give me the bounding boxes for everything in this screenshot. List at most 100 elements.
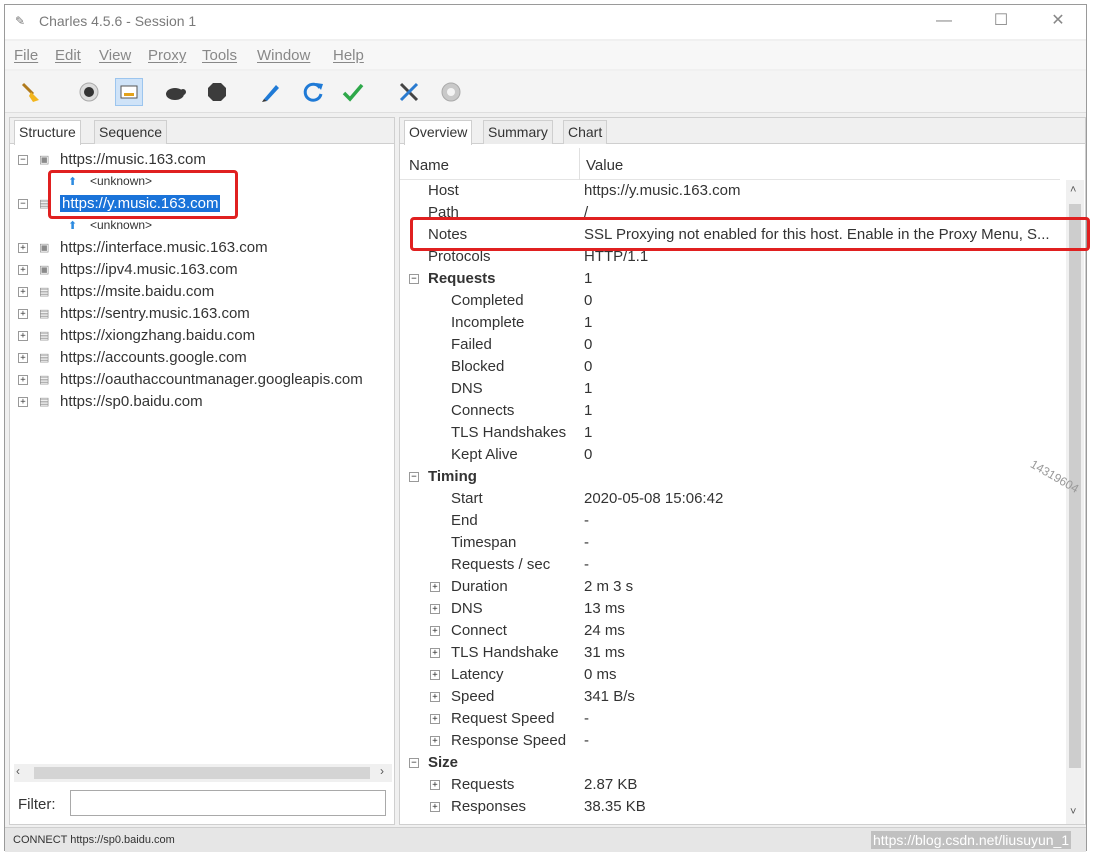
menu-window[interactable]: Window [257, 47, 310, 64]
host-label[interactable]: https://accounts.google.com [60, 349, 247, 366]
validate-button[interactable] [339, 78, 367, 106]
column-header-value[interactable]: Value [586, 157, 623, 174]
column-divider[interactable] [579, 148, 580, 180]
expand-icon[interactable]: + [430, 648, 440, 658]
maximize-button[interactable]: ☐ [981, 10, 1021, 34]
expand-icon[interactable]: + [430, 626, 440, 636]
expand-icon[interactable]: + [18, 287, 28, 297]
overview-row[interactable]: Timespan - [400, 532, 1065, 554]
expand-icon[interactable]: + [18, 309, 28, 319]
horizontal-scrollbar[interactable]: ‹ › [14, 764, 392, 782]
minimize-button[interactable]: — [924, 10, 964, 34]
collapse-icon[interactable]: − [409, 758, 419, 768]
filter-input[interactable] [70, 790, 386, 816]
expand-icon[interactable]: + [18, 397, 28, 407]
menu-edit[interactable]: Edit [55, 47, 81, 64]
menu-proxy[interactable]: Proxy [148, 47, 186, 64]
overview-row[interactable]: + Requests 2.87 KB [400, 774, 1065, 796]
overview-row[interactable]: Start 2020-05-08 15:06:42 [400, 488, 1065, 510]
tree-row[interactable]: − ▣ https://music.163.com [10, 150, 394, 172]
record-button[interactable] [75, 78, 103, 106]
tree-row[interactable]: + ▤ https://sp0.baidu.com [10, 392, 394, 414]
child-label[interactable]: <unknown> [90, 218, 152, 232]
repeat-button[interactable] [299, 78, 327, 106]
host-label[interactable]: https://xiongzhang.baidu.com [60, 327, 255, 344]
overview-row[interactable]: + Duration 2 m 3 s [400, 576, 1065, 598]
expand-icon[interactable]: + [18, 353, 28, 363]
overview-row[interactable]: Failed 0 [400, 334, 1065, 356]
clear-session-button[interactable] [17, 78, 45, 106]
collapse-icon[interactable]: − [409, 472, 419, 482]
tree-row[interactable]: + ▣ https://interface.music.163.com [10, 238, 394, 260]
tree-row[interactable]: + ▤ https://accounts.google.com [10, 348, 394, 370]
expand-icon[interactable]: + [430, 604, 440, 614]
overview-row[interactable]: Requests / sec - [400, 554, 1065, 576]
overview-row[interactable]: + Latency 0 ms [400, 664, 1065, 686]
expand-icon[interactable]: + [18, 375, 28, 385]
scroll-right-icon[interactable]: › [380, 764, 384, 778]
overview-row[interactable]: + DNS 13 ms [400, 598, 1065, 620]
menu-view[interactable]: View [99, 47, 131, 64]
turtle-button[interactable] [161, 78, 189, 106]
overview-row[interactable]: Kept Alive 0 [400, 444, 1065, 466]
overview-row[interactable]: + Connect 24 ms [400, 620, 1065, 642]
overview-row[interactable]: DNS 1 [400, 378, 1065, 400]
breakpoint-button[interactable] [203, 78, 231, 106]
overview-row[interactable]: + Responses 38.35 KB [400, 796, 1065, 818]
tree-row[interactable]: + ▤ https://oauthaccountmanager.googleap… [10, 370, 394, 392]
tree-row[interactable]: + ▣ https://ipv4.music.163.com [10, 260, 394, 282]
expand-icon[interactable]: + [430, 692, 440, 702]
overview-row[interactable]: TLS Handshakes 1 [400, 422, 1065, 444]
overview-row[interactable]: Host https://y.music.163.com [400, 180, 1065, 202]
overview-row[interactable]: + Request Speed - [400, 708, 1065, 730]
tree-child-row[interactable]: ⬆ <unknown> [10, 218, 394, 233]
compose-button[interactable] [257, 78, 285, 106]
host-label[interactable]: https://interface.music.163.com [60, 239, 268, 256]
overview-row[interactable]: + Speed 341 B/s [400, 686, 1065, 708]
collapse-icon[interactable]: − [409, 274, 419, 284]
overview-row[interactable]: End - [400, 510, 1065, 532]
tree-row[interactable]: + ▤ https://sentry.music.163.com [10, 304, 394, 326]
scroll-left-icon[interactable]: ‹ [16, 764, 20, 778]
section-row[interactable]: − Timing [400, 466, 1065, 488]
expand-icon[interactable]: + [430, 670, 440, 680]
overview-row[interactable]: + Response Speed - [400, 730, 1065, 752]
close-button[interactable]: ✕ [1038, 10, 1078, 34]
overview-row[interactable]: + TLS Handshake 31 ms [400, 642, 1065, 664]
tools-button[interactable] [395, 78, 423, 106]
throttle-button[interactable] [115, 78, 143, 106]
tab-chart[interactable]: Chart [563, 120, 608, 144]
menu-tools[interactable]: Tools [202, 47, 237, 64]
collapse-icon[interactable]: − [18, 199, 28, 209]
host-label[interactable]: https://sp0.baidu.com [60, 393, 203, 410]
overview-row[interactable]: Connects 1 [400, 400, 1065, 422]
vertical-scrollbar[interactable]: ˄ ˅ [1066, 180, 1084, 824]
overview-row[interactable]: Blocked 0 [400, 356, 1065, 378]
menu-file[interactable]: File [14, 47, 38, 64]
column-header-name[interactable]: Name [409, 157, 449, 174]
section-row[interactable]: − Size [400, 752, 1065, 774]
section-row[interactable]: − Requests 1 [400, 268, 1065, 290]
expand-icon[interactable]: + [430, 802, 440, 812]
scroll-up-icon[interactable]: ˄ [1070, 184, 1076, 196]
tab-structure[interactable]: Structure [14, 120, 81, 145]
expand-icon[interactable]: + [18, 243, 28, 253]
tree-row[interactable]: + ▤ https://xiongzhang.baidu.com [10, 326, 394, 348]
expand-icon[interactable]: + [430, 714, 440, 724]
tree-row[interactable]: + ▤ https://msite.baidu.com [10, 282, 394, 304]
settings-button[interactable] [437, 78, 465, 106]
collapse-icon[interactable]: − [18, 155, 28, 165]
host-label[interactable]: https://sentry.music.163.com [60, 305, 250, 322]
scroll-thumb[interactable] [34, 767, 370, 779]
menu-help[interactable]: Help [333, 47, 364, 64]
expand-icon[interactable]: + [430, 736, 440, 746]
expand-icon[interactable]: + [430, 780, 440, 790]
overview-row[interactable]: Completed 0 [400, 290, 1065, 312]
host-label[interactable]: https://oauthaccountmanager.googleapis.c… [60, 371, 363, 388]
scroll-down-icon[interactable]: ˅ [1070, 806, 1076, 818]
overview-row[interactable]: Incomplete 1 [400, 312, 1065, 334]
expand-icon[interactable]: + [430, 582, 440, 592]
host-label[interactable]: https://ipv4.music.163.com [60, 261, 238, 278]
tab-sequence[interactable]: Sequence [94, 120, 168, 144]
expand-icon[interactable]: + [18, 265, 28, 275]
